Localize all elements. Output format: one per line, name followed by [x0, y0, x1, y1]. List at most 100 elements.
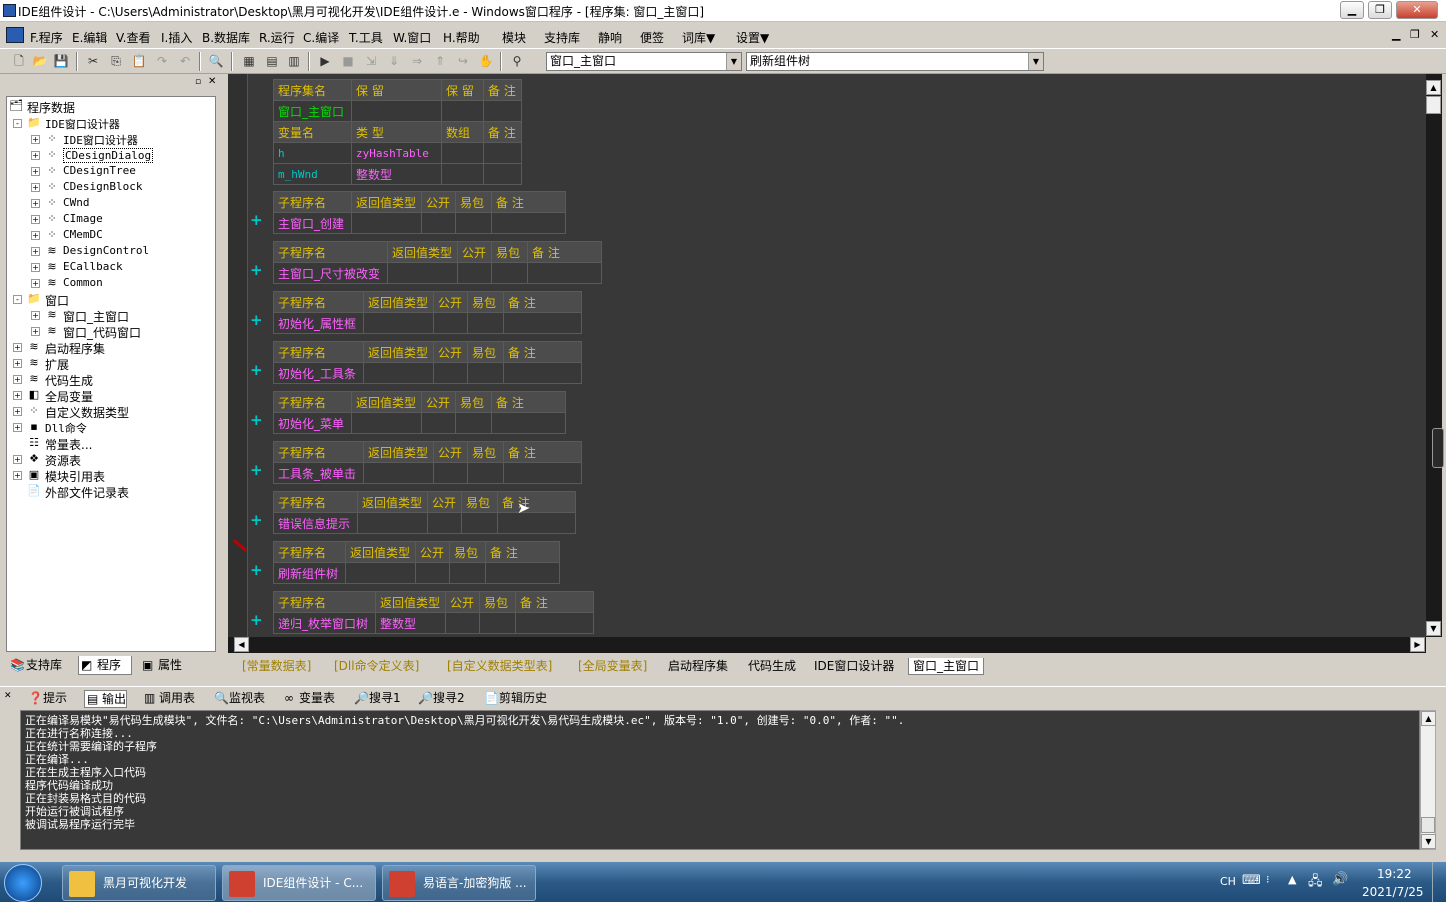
scroll-right-icon[interactable]: ▶ — [1410, 637, 1425, 652]
tab-program[interactable]: ◩ 程序 — [78, 656, 132, 675]
scroll-up-icon[interactable]: ▲ — [1421, 711, 1436, 726]
tree-expander[interactable]: + — [31, 263, 40, 272]
tree-expander[interactable]: + — [13, 343, 22, 352]
tree-expander[interactable]: + — [31, 215, 40, 224]
tab-watch[interactable]: 🔍 监视表 — [212, 690, 265, 706]
tree-item[interactable]: 外部文件记录表 — [45, 484, 129, 501]
var-name[interactable]: m_hWnd — [273, 163, 352, 185]
menu-module[interactable]: 模块 — [502, 29, 526, 46]
sub-return-type[interactable] — [357, 512, 428, 534]
assembly-notes[interactable] — [483, 100, 522, 122]
tree-item[interactable]: Dll命令 — [45, 420, 87, 436]
tree-expander[interactable]: + — [13, 391, 22, 400]
start-button[interactable] — [4, 864, 42, 902]
sub-cell[interactable] — [497, 512, 576, 534]
tree-item[interactable]: CWnd — [63, 196, 90, 209]
expand-plus-icon[interactable]: + — [250, 511, 263, 529]
sub-return-type[interactable]: 整数型 — [375, 612, 446, 634]
sub-cell[interactable] — [449, 562, 486, 584]
assembly-combo[interactable]: 窗口_主窗口 ▼ — [546, 52, 742, 71]
tree-item[interactable]: 启动程序集 — [45, 340, 105, 357]
menu-program[interactable]: F.程序 — [30, 29, 63, 46]
cut-icon[interactable]: ✂ — [84, 53, 102, 70]
sub-cell[interactable] — [455, 412, 492, 434]
tree-expander[interactable]: + — [13, 471, 22, 480]
tab-call-stack[interactable]: ▥ 调用表 — [142, 690, 195, 706]
var-array[interactable] — [441, 163, 484, 185]
sub-name[interactable]: 主窗口_尺寸被改变 — [273, 262, 388, 284]
tree-item[interactable]: Common — [63, 276, 103, 289]
sub-cell[interactable] — [503, 362, 582, 384]
sub-name[interactable]: 主窗口_创建 — [273, 212, 352, 234]
tree-expander[interactable]: + — [31, 327, 40, 336]
var-array[interactable] — [441, 142, 484, 164]
output-panel[interactable]: 正在编译易模块"易代码生成模块", 文件名: "C:\Users\Adminis… — [20, 710, 1420, 850]
sub-return-type[interactable] — [351, 212, 422, 234]
tree-item[interactable]: IDE窗口设计器 — [45, 116, 120, 132]
sub-cell[interactable] — [415, 562, 450, 584]
menu-insert[interactable]: I.插入 — [161, 29, 192, 46]
layout3-icon[interactable]: ▥ — [285, 53, 303, 70]
minimize-button[interactable]: ▁ — [1340, 1, 1364, 19]
new-file-icon[interactable]: 🗋 — [10, 53, 28, 70]
tree-item[interactable]: 窗口_主窗口 — [63, 308, 129, 325]
sub-cell[interactable] — [433, 312, 468, 334]
scroll-left-icon[interactable]: ◀ — [234, 637, 249, 652]
tree-expander[interactable]: + — [31, 167, 40, 176]
var-name[interactable]: h — [273, 142, 352, 164]
side-handle[interactable] — [1432, 428, 1444, 468]
menu-database[interactable]: B.数据库 — [202, 29, 250, 46]
task-folder[interactable]: 黑月可视化开发 — [62, 865, 216, 901]
output-close-icon[interactable]: ✕ — [4, 691, 12, 701]
sub-cell[interactable] — [491, 262, 528, 284]
tree-expander[interactable]: + — [31, 231, 40, 240]
tree-item[interactable]: 窗口 — [45, 292, 69, 309]
output-vscroll[interactable]: ▲ ▼ — [1420, 710, 1436, 850]
step-over-icon[interactable]: ⇒ — [408, 53, 426, 70]
chevron-down-icon[interactable]: ▼ — [1028, 53, 1043, 70]
menu-support-lib[interactable]: 支持库 — [544, 29, 580, 46]
sub-cell[interactable] — [491, 412, 566, 434]
stop-icon[interactable]: ■ — [339, 53, 357, 70]
run-icon[interactable]: ▶ — [316, 53, 334, 70]
undo-icon[interactable]: ↶ — [176, 53, 194, 70]
tree-item[interactable]: IDE窗口设计器 — [63, 132, 138, 148]
sub-cell[interactable] — [421, 212, 456, 234]
tree-item[interactable]: CDesignBlock — [63, 180, 142, 193]
tree-item[interactable]: ECallback — [63, 260, 123, 273]
mdi-restore-icon[interactable]: ❐ — [1410, 28, 1420, 41]
expand-plus-icon[interactable]: + — [250, 561, 263, 579]
tab-dll[interactable]: [Dll命令定义表] — [334, 658, 419, 675]
vscroll-thumb[interactable] — [1426, 96, 1441, 114]
menu-static[interactable]: 静响 — [598, 29, 622, 46]
sub-cell[interactable] — [461, 512, 498, 534]
sub-name[interactable]: 初始化_工具条 — [273, 362, 364, 384]
tree-item[interactable]: CImage — [63, 212, 103, 225]
tree-item[interactable]: 模块引用表 — [45, 468, 105, 485]
expand-plus-icon[interactable]: + — [250, 261, 263, 279]
tree-expander[interactable]: - — [13, 119, 22, 128]
editor-hscroll[interactable]: ◀ ▶ — [228, 637, 1426, 653]
sub-name[interactable]: 工具条_被单击 — [273, 462, 364, 484]
tree-item[interactable]: DesignControl — [63, 244, 149, 257]
panel-close-icon[interactable]: ✕ — [208, 76, 216, 87]
tab-properties[interactable]: ▣ 属性 — [140, 656, 182, 675]
expand-plus-icon[interactable]: + — [250, 611, 263, 629]
sub-cell[interactable] — [445, 612, 480, 634]
tree-expander[interactable]: + — [31, 151, 40, 160]
tree-expander[interactable]: + — [13, 423, 22, 432]
tree-item[interactable]: 窗口_代码窗口 — [63, 324, 141, 341]
step-out-icon[interactable]: ⇑ — [431, 53, 449, 70]
tree-item[interactable]: CDesignTree — [63, 164, 136, 177]
tree-item[interactable]: 自定义数据类型 — [45, 404, 129, 421]
redo-icon[interactable]: ↷ — [153, 53, 171, 70]
close-button[interactable]: ✕ — [1396, 1, 1438, 19]
assembly-name[interactable]: 窗口_主窗口 — [273, 100, 352, 122]
sub-cell[interactable] — [467, 362, 504, 384]
sub-return-type[interactable] — [387, 262, 458, 284]
menu-window[interactable]: W.窗口 — [393, 29, 431, 46]
tree-item[interactable]: 全局变量 — [45, 388, 93, 405]
task-eyuyan[interactable]: 易语言-加密狗版 ... — [382, 865, 536, 901]
mdi-close-icon[interactable]: ✕ — [1430, 28, 1439, 41]
tree-expander[interactable]: + — [13, 359, 22, 368]
